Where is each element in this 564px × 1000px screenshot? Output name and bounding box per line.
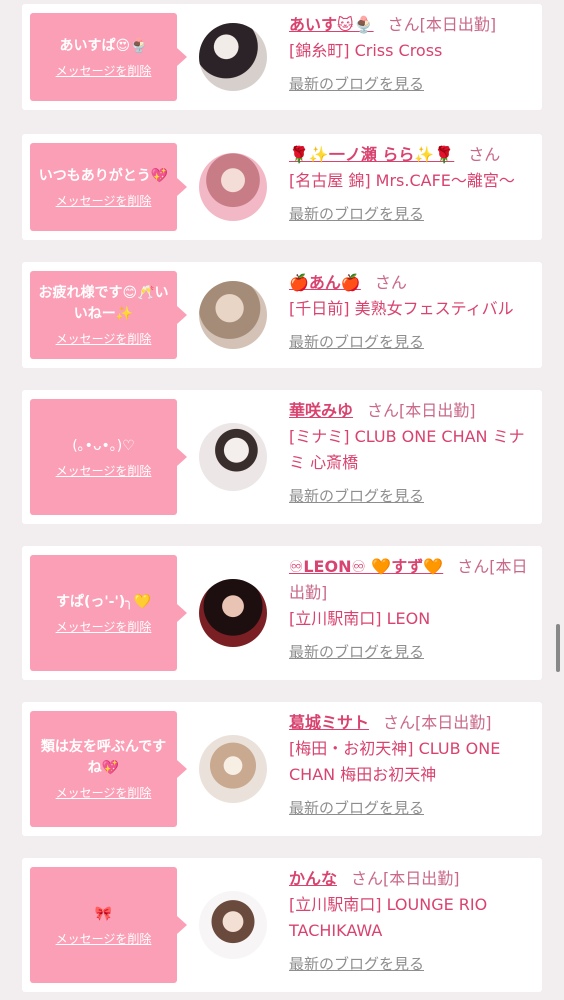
message-text: 類は友を呼ぶんですね💖 — [40, 739, 167, 776]
message-bubble: すぱ(っ'-')╮💛 メッセージを削除 — [30, 555, 187, 671]
profile-name-link[interactable]: あいす🐱🍨 — [289, 15, 374, 34]
message-bubble: いつもありがとう💖 メッセージを削除 — [30, 143, 187, 231]
honorific: さん — [383, 713, 416, 732]
honorific: さん — [387, 15, 420, 34]
message-bubble: 🎀 メッセージを削除 — [30, 867, 187, 983]
message-text: すぱ(っ'-')╮💛 — [55, 593, 152, 610]
message-text: いつもありがとう💖 — [38, 167, 169, 184]
profile-info: 🌹✨一ノ瀬 らら✨🌹 さん [名古屋 錦] Mrs.CAFE〜離宮〜 最新のブログ… — [289, 142, 534, 224]
latest-blog-link[interactable]: 最新のブログを見る — [289, 486, 424, 506]
avatar[interactable] — [199, 735, 267, 803]
avatar[interactable] — [199, 23, 267, 91]
shop-name: [ミナミ] CLUB ONE CHAN ミナミ 心斎橋 — [289, 427, 525, 472]
message-bubble: あいすぱ😍🍨 メッセージを削除 — [30, 13, 187, 101]
profile-info: ♾LEON♾ 🧡すず🧡 さん[本日出勤] [立川駅南口] LEON 最新のブログを… — [289, 554, 534, 662]
message-text: 🎀 — [94, 905, 113, 922]
latest-blog-link[interactable]: 最新のブログを見る — [289, 642, 424, 662]
delete-message-link[interactable]: メッセージを削除 — [56, 463, 152, 479]
message-card: (｡•ᴗ•｡)♡ メッセージを削除 華咲みゆ さん[本日出勤] [ミナミ] CLU… — [22, 390, 542, 524]
profile-name-link[interactable]: 🍎あん🍎 — [289, 273, 361, 292]
avatar[interactable] — [199, 281, 267, 349]
profile-name-link[interactable]: ♾LEON♾ 🧡すず🧡 — [289, 557, 443, 576]
latest-blog-link[interactable]: 最新のブログを見る — [289, 74, 424, 94]
avatar[interactable] — [199, 579, 267, 647]
shop-name: [名古屋 錦] Mrs.CAFE〜離宮〜 — [289, 171, 515, 190]
message-card: 類は友を呼ぶんですね💖 メッセージを削除 葛城ミサト さん[本日出勤] [梅田・お… — [22, 702, 542, 836]
latest-blog-link[interactable]: 最新のブログを見る — [289, 954, 424, 974]
profile-info: かんな さん[本日出勤] [立川駅南口] LOUNGE RIO TACHIKAWA… — [289, 866, 534, 974]
latest-blog-link[interactable]: 最新のブログを見る — [289, 332, 424, 352]
message-card: あいすぱ😍🍨 メッセージを削除 あいす🐱🍨 さん[本日出勤] [錦糸町] Cris… — [22, 4, 542, 110]
honorific: さん — [468, 145, 501, 164]
honorific: さん — [351, 869, 384, 888]
latest-blog-link[interactable]: 最新のブログを見る — [289, 204, 424, 224]
message-card: いつもありがとう💖 メッセージを削除 🌹✨一ノ瀬 らら✨🌹 さん [名古屋 錦] … — [22, 134, 542, 240]
honorific: さん — [457, 557, 490, 576]
profile-info: あいす🐱🍨 さん[本日出勤] [錦糸町] Criss Cross 最新のブログを見… — [289, 12, 534, 94]
avatar[interactable] — [199, 891, 267, 959]
honorific: さん — [367, 401, 400, 420]
delete-message-link[interactable]: メッセージを削除 — [56, 931, 152, 947]
shop-name: [錦糸町] Criss Cross — [289, 41, 443, 60]
delete-message-link[interactable]: メッセージを削除 — [56, 63, 152, 79]
profile-info: 🍎あん🍎 さん [千日前] 美熟女フェスティバル 最新のブログを見る — [289, 270, 534, 352]
message-bubble: (｡•ᴗ•｡)♡ メッセージを削除 — [30, 399, 187, 515]
profile-name-link[interactable]: 🌹✨一ノ瀬 らら✨🌹 — [289, 145, 454, 164]
scrollbar[interactable] — [556, 624, 560, 672]
message-text: あいすぱ😍🍨 — [59, 37, 148, 54]
latest-blog-link[interactable]: 最新のブログを見る — [289, 798, 424, 818]
shop-name: [千日前] 美熟女フェスティバル — [289, 299, 514, 318]
message-text: お疲れ様です😊🥂いいねー✨ — [38, 285, 169, 322]
shop-name: [立川駅南口] LOUNGE RIO TACHIKAWA — [289, 895, 488, 940]
shop-name: [梅田・お初天神] CLUB ONE CHAN 梅田お初天神 — [289, 739, 501, 784]
avatar[interactable] — [199, 153, 267, 221]
honorific: さん — [374, 273, 407, 292]
work-status: [本日出勤] — [383, 869, 460, 888]
message-bubble: お疲れ様です😊🥂いいねー✨ メッセージを削除 — [30, 271, 187, 359]
shop-name: [立川駅南口] LEON — [289, 609, 431, 628]
profile-name-link[interactable]: 華咲みゆ — [289, 401, 353, 420]
delete-message-link[interactable]: メッセージを削除 — [56, 619, 152, 635]
profile-name-link[interactable]: 葛城ミサト — [289, 713, 369, 732]
message-card: すぱ(っ'-')╮💛 メッセージを削除 ♾LEON♾ 🧡すず🧡 さん[本日出勤] … — [22, 546, 542, 680]
work-status: [本日出勤] — [399, 401, 476, 420]
delete-message-link[interactable]: メッセージを削除 — [56, 331, 152, 347]
message-text: (｡•ᴗ•｡)♡ — [72, 437, 135, 454]
profile-info: 華咲みゆ さん[本日出勤] [ミナミ] CLUB ONE CHAN ミナミ 心斎橋… — [289, 398, 534, 506]
delete-message-link[interactable]: メッセージを削除 — [56, 193, 152, 209]
profile-name-link[interactable]: かんな — [289, 869, 337, 888]
message-card: お疲れ様です😊🥂いいねー✨ メッセージを削除 🍎あん🍎 さん [千日前] 美熟女フ… — [22, 262, 542, 368]
work-status: [本日出勤] — [415, 713, 492, 732]
avatar[interactable] — [199, 423, 267, 491]
delete-message-link[interactable]: メッセージを削除 — [56, 785, 152, 801]
message-bubble: 類は友を呼ぶんですね💖 メッセージを削除 — [30, 711, 187, 827]
work-status: [本日出勤] — [419, 15, 497, 34]
message-card: 🎀 メッセージを削除 かんな さん[本日出勤] [立川駅南口] LOUNGE RI… — [22, 858, 542, 992]
profile-info: 葛城ミサト さん[本日出勤] [梅田・お初天神] CLUB ONE CHAN 梅田… — [289, 710, 534, 818]
